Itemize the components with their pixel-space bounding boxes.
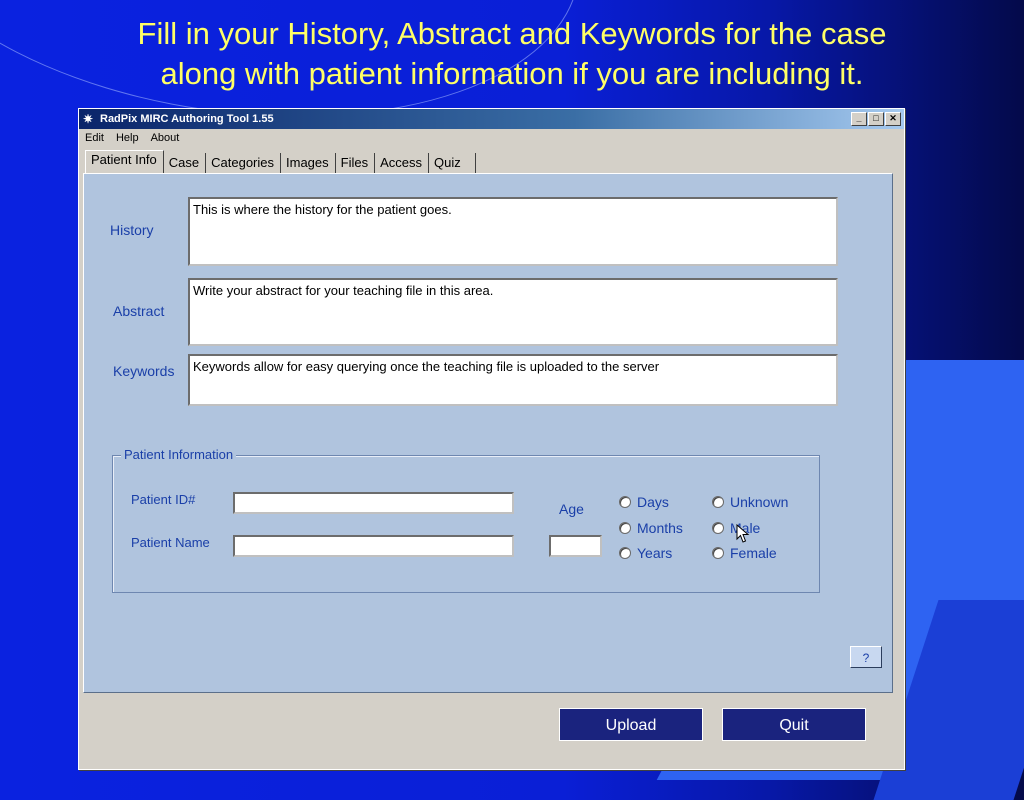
menu-bar: Edit Help About (79, 129, 904, 147)
slide-title: Fill in your History, Abstract and Keywo… (0, 14, 1024, 94)
slide-title-line-2: along with patient information if you ar… (160, 56, 864, 91)
radio-button-icon (619, 522, 631, 534)
maximize-button[interactable]: □ (868, 112, 884, 126)
minimize-button[interactable]: _ (851, 112, 867, 126)
radpix-app-icon: ✷ (83, 112, 94, 126)
tab-categories[interactable]: Categories (206, 153, 282, 173)
history-label: History (110, 222, 154, 238)
tab-access[interactable]: Access (375, 153, 430, 173)
sex-unknown-label: Unknown (730, 494, 789, 510)
radio-button-icon (712, 522, 724, 534)
radio-button-icon (619, 547, 631, 559)
tab-strip: Patient Info Case Categories Images File… (85, 150, 476, 173)
keywords-label: Keywords (113, 363, 175, 379)
abstract-textarea[interactable]: Write your abstract for your teaching fi… (188, 278, 838, 346)
slide-title-line-1: Fill in your History, Abstract and Keywo… (137, 16, 887, 51)
patient-name-label: Patient Name (131, 535, 210, 550)
upload-button[interactable]: Upload (559, 708, 703, 741)
patient-id-label: Patient ID# (131, 492, 196, 507)
sex-female-label: Female (730, 545, 777, 561)
age-unit-years-radio[interactable]: Years (619, 545, 672, 561)
tab-quiz[interactable]: Quiz (429, 153, 476, 173)
menu-about[interactable]: About (151, 132, 180, 144)
patient-info-panel: History This is where the history for th… (83, 173, 893, 693)
app-window: ✷ RadPix MIRC Authoring Tool 1.55 _ □ ✕ … (78, 108, 905, 770)
patient-information-group: Patient Information Patient ID# Patient … (112, 447, 820, 593)
sex-female-radio[interactable]: Female (712, 545, 777, 561)
patient-id-input[interactable] (233, 492, 514, 514)
sex-unknown-radio[interactable]: Unknown (712, 494, 788, 510)
menu-edit[interactable]: Edit (85, 132, 104, 144)
patient-name-input[interactable] (233, 535, 514, 557)
tab-files[interactable]: Files (336, 153, 376, 173)
radio-button-icon (712, 496, 724, 508)
age-unit-days-radio[interactable]: Days (619, 494, 669, 510)
tab-images[interactable]: Images (281, 153, 336, 173)
menu-help[interactable]: Help (116, 132, 139, 144)
patient-information-title: Patient Information (121, 447, 237, 462)
window-titlebar[interactable]: ✷ RadPix MIRC Authoring Tool 1.55 _ □ ✕ (79, 109, 904, 129)
age-unit-months-radio[interactable]: Months (619, 520, 683, 536)
age-unit-months-label: Months (637, 520, 683, 536)
age-label: Age (559, 501, 584, 517)
abstract-label: Abstract (113, 303, 165, 319)
radio-button-icon (619, 496, 631, 508)
help-button[interactable]: ? (850, 646, 882, 668)
window-title: RadPix MIRC Authoring Tool 1.55 (100, 113, 274, 125)
tab-patient-info[interactable]: Patient Info (85, 150, 164, 173)
radio-button-icon (712, 547, 724, 559)
keywords-textarea[interactable]: Keywords allow for easy querying once th… (188, 354, 838, 406)
age-unit-days-label: Days (637, 494, 669, 510)
age-unit-years-label: Years (637, 545, 673, 561)
history-textarea[interactable]: This is where the history for the patien… (188, 197, 838, 266)
tab-case[interactable]: Case (164, 153, 207, 173)
close-button[interactable]: ✕ (885, 112, 901, 126)
quit-button[interactable]: Quit (722, 708, 866, 741)
window-controls: _ □ ✕ (851, 112, 901, 126)
mouse-pointer-icon (736, 524, 750, 543)
age-input[interactable] (549, 535, 602, 557)
